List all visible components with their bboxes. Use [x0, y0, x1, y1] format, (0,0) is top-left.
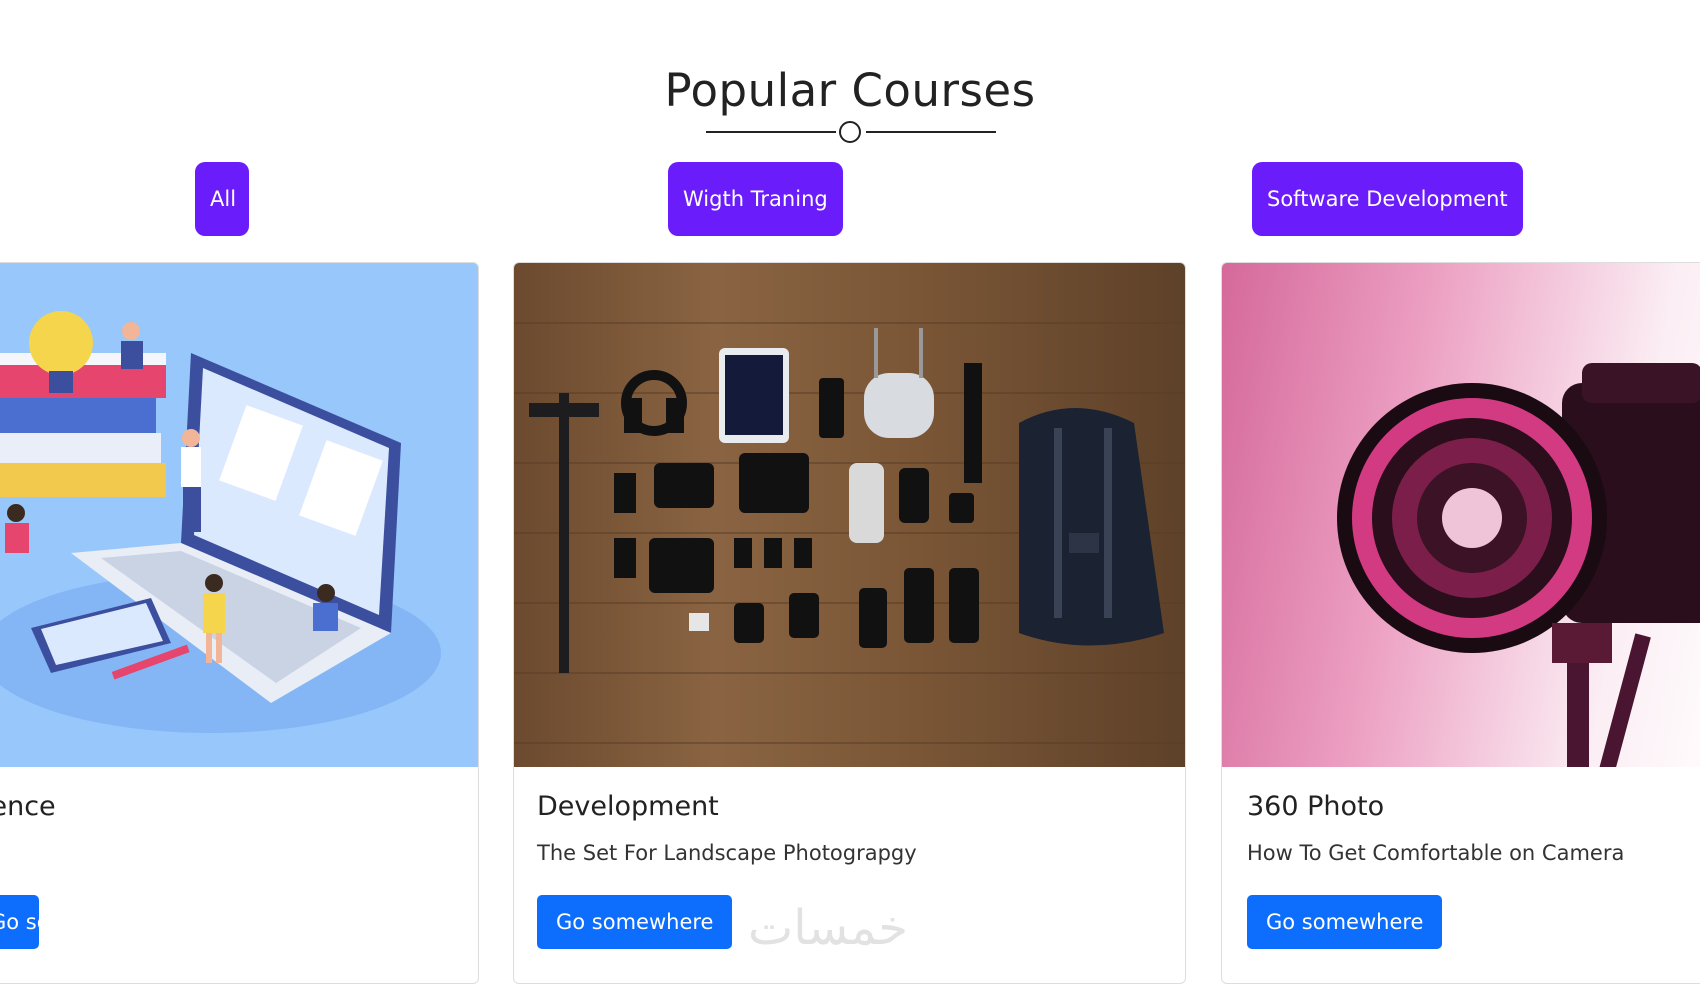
- filter-all-button[interactable]: All: [195, 162, 249, 236]
- watermark-logo: خمسات: [748, 900, 909, 956]
- go-somewhere-button[interactable]: Go somewhere: [1247, 895, 1443, 949]
- course-image-camera-lens: [1222, 263, 1700, 767]
- divider-line-right: [866, 131, 996, 133]
- course-title: Development: [537, 791, 719, 822]
- filter-software-development-button[interactable]: Software Development: [1252, 162, 1523, 236]
- course-card: Science dy Go somewhere: [0, 262, 479, 984]
- go-somewhere-button[interactable]: Go somewhere: [537, 895, 733, 949]
- divider-line-left: [706, 131, 836, 133]
- title-divider: [706, 121, 996, 143]
- go-somewhere-button[interactable]: Go somewhere: [0, 895, 147, 949]
- course-title: 360 Photo: [1247, 791, 1385, 822]
- course-title: Science: [0, 791, 56, 822]
- divider-circle-icon: [839, 121, 861, 143]
- section-title: Popular Courses: [664, 64, 1036, 117]
- course-description: The Set For Landscape Photograpgy: [537, 841, 917, 865]
- filter-weight-training-button[interactable]: Wigth Traning: [668, 162, 843, 236]
- course-image-illustration: [0, 263, 478, 767]
- course-image-camera-gear: [514, 263, 1185, 767]
- course-card: 360 Photo How To Get Comfortable on Came…: [1221, 262, 1700, 984]
- course-card: Development The Set For Landscape Photog…: [513, 262, 1186, 984]
- course-description: How To Get Comfortable on Camera: [1247, 841, 1625, 865]
